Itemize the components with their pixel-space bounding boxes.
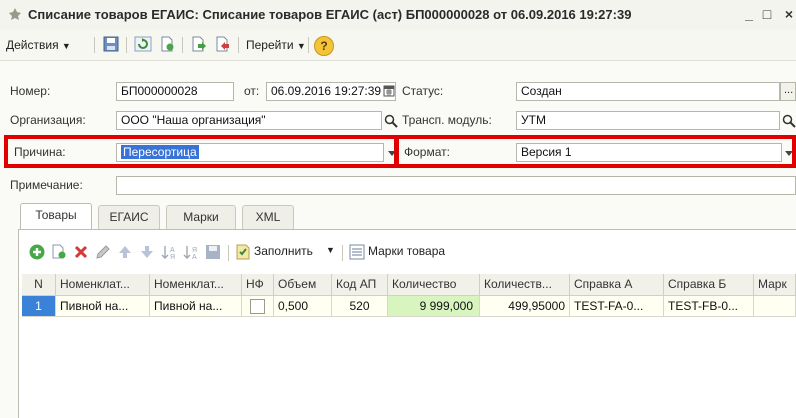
add-icon[interactable] [28, 243, 46, 261]
transport-module-field[interactable]: УТМ [516, 111, 780, 130]
chevron-down-icon[interactable] [783, 143, 795, 162]
checkbox[interactable] [250, 299, 265, 314]
separator [126, 37, 127, 53]
post-document-icon[interactable] [190, 35, 208, 53]
separator [308, 37, 309, 53]
table-cell[interactable]: TEST-FB-0... [664, 296, 754, 317]
table-cell[interactable]: 520 [332, 296, 388, 317]
document-icon[interactable] [158, 35, 176, 53]
table-cell[interactable] [242, 296, 274, 317]
maximize-button[interactable]: □ [758, 5, 776, 23]
save-icon[interactable] [102, 35, 120, 53]
search-icon[interactable] [782, 114, 796, 128]
move-up-icon[interactable] [116, 243, 134, 261]
chevron-down-icon: ▼ [296, 41, 306, 51]
column-header[interactable]: Справка А [570, 274, 664, 296]
date-field[interactable]: 06.09.2016 19:27:39 [266, 82, 396, 101]
chevron-down-icon: ▼ [326, 245, 335, 255]
status-select-button[interactable]: ... [780, 82, 796, 101]
tab-xml[interactable]: XML [242, 205, 294, 229]
separator [94, 37, 95, 53]
quantity-cell[interactable]: 9 999,000 [388, 296, 480, 317]
command-bar: Действия ▼ Перейти ▼ ? [0, 30, 796, 61]
note-label: Примечание: [10, 178, 83, 192]
organization-field[interactable]: ООО "Наша организация" [116, 111, 382, 130]
separator [238, 37, 239, 53]
date-label: от: [244, 84, 260, 98]
table-cell[interactable] [754, 296, 796, 317]
edit-icon[interactable] [94, 243, 112, 261]
goto-label: Перейти [246, 38, 294, 52]
tab-marks[interactable]: Марки [166, 205, 236, 229]
move-down-icon[interactable] [138, 243, 156, 261]
format-field[interactable]: Версия 1 [516, 143, 782, 162]
sort-descending-icon[interactable]: ЯA [182, 243, 200, 261]
chevron-down-icon: ▼ [61, 41, 71, 51]
column-header[interactable]: Справка Б [664, 274, 754, 296]
note-field[interactable] [116, 176, 796, 195]
tab-egais[interactable]: ЕГАИС [98, 205, 160, 229]
number-label: Номер: [10, 84, 51, 98]
table-cell[interactable]: Пивной на... [150, 296, 242, 317]
status-field[interactable]: Создан [516, 82, 780, 101]
separator [342, 245, 343, 261]
ellipsis-icon: ... [784, 84, 794, 96]
column-header[interactable]: Номенклат... [56, 274, 150, 296]
transport-module-label: Трансп. модуль: [402, 113, 492, 127]
marks-label: Марки товара [368, 244, 446, 258]
grid-save-icon[interactable] [204, 243, 222, 261]
number-field[interactable]: БП000000028 [116, 82, 234, 101]
table-cell[interactable]: 499,95000 [480, 296, 570, 317]
column-header[interactable]: Количество [388, 274, 480, 296]
column-header[interactable]: Марк [754, 274, 796, 296]
organization-label: Организация: [10, 113, 86, 127]
refresh-icon[interactable] [134, 35, 152, 53]
column-header[interactable]: N [22, 274, 56, 296]
row-number[interactable]: 1 [22, 296, 56, 317]
copy-icon[interactable] [50, 243, 68, 261]
table-cell[interactable]: 0,500 [274, 296, 332, 317]
separator [182, 37, 183, 53]
delete-icon[interactable] [72, 243, 90, 261]
separator [228, 245, 229, 261]
actions-menu[interactable]: Действия ▼ [6, 36, 71, 54]
window-title: Списание товаров ЕГАИС: Списание товаров… [28, 7, 632, 22]
svg-text:Я: Я [192, 247, 197, 254]
format-label: Формат: [404, 145, 450, 159]
table-cell[interactable]: Пивной на... [56, 296, 150, 317]
form-window: Списание товаров ЕГАИС: Списание товаров… [0, 0, 796, 418]
column-header[interactable]: Количеств... [480, 274, 570, 296]
app-icon [9, 8, 21, 20]
reason-field[interactable]: Пересортица [116, 143, 384, 162]
fill-label: Заполнить [254, 244, 313, 258]
actions-label: Действия [6, 38, 59, 52]
chevron-down-icon[interactable] [386, 143, 398, 162]
column-header[interactable]: Объем [274, 274, 332, 296]
minimize-button[interactable]: _ [740, 5, 758, 23]
goto-menu[interactable]: Перейти ▼ [246, 36, 306, 54]
help-icon[interactable]: ? [314, 36, 334, 56]
calendar-icon[interactable] [383, 85, 395, 97]
reason-label: Причина: [14, 145, 66, 159]
column-header[interactable]: Код АП [332, 274, 388, 296]
close-button[interactable]: × [780, 5, 796, 23]
sort-ascending-icon[interactable]: AЯ [160, 243, 178, 261]
title-bar: Списание товаров ЕГАИС: Списание товаров… [0, 0, 796, 31]
list-icon [349, 244, 365, 260]
table-cell[interactable]: TEST-FA-0... [570, 296, 664, 317]
svg-text:Я: Я [170, 254, 175, 261]
column-header[interactable]: НФ [242, 274, 274, 296]
status-label: Статус: [402, 84, 444, 98]
fill-icon [236, 244, 250, 260]
unpost-document-icon[interactable] [214, 35, 232, 53]
reason-value: Пересортица [121, 145, 199, 159]
svg-text:A: A [192, 254, 197, 261]
svg-text:A: A [170, 247, 175, 254]
search-icon[interactable] [384, 114, 398, 128]
column-header[interactable]: Номенклат... [150, 274, 242, 296]
tab-goods[interactable]: Товары [20, 203, 92, 230]
